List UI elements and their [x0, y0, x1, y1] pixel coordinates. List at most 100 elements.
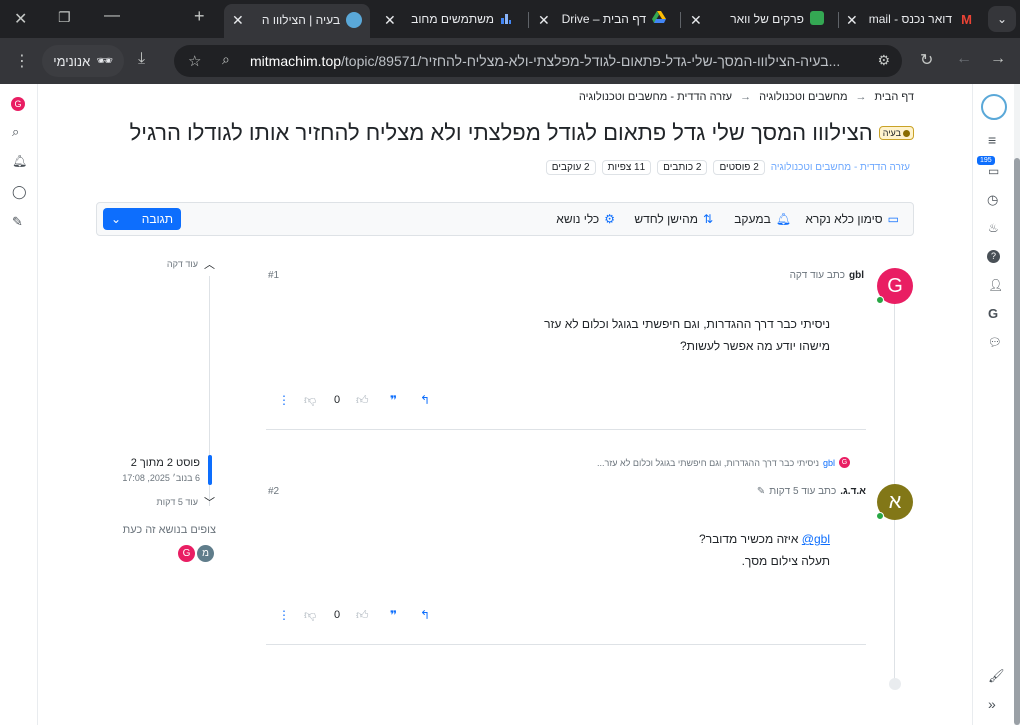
chevron-down-icon[interactable]: ﹀ [204, 494, 215, 510]
topic-tag[interactable]: בעיה [878, 126, 914, 140]
help-icon[interactable]: ? [987, 250, 1000, 263]
close-window-icon[interactable]: ✕ [14, 9, 27, 29]
downvote-icon[interactable]: 👎︎ [304, 393, 316, 408]
scrollbar-thumb[interactable] [1014, 158, 1020, 725]
post-divider [266, 644, 866, 645]
close-tab-icon[interactable]: ✕ [232, 12, 244, 29]
bookmark-star-icon[interactable]: ☆ [188, 52, 201, 70]
bell-icon[interactable]: 🔔︎ [12, 154, 27, 168]
thread-end-dot [889, 678, 901, 690]
viewer-avatar[interactable]: G [178, 545, 195, 562]
timeline-handle[interactable] [208, 455, 212, 485]
inbox-icon: ▭ [887, 212, 899, 226]
edited-icon: ✎ [756, 486, 766, 497]
viewer-avatar[interactable]: מ [197, 545, 214, 562]
post2-index[interactable]: #2 [268, 486, 279, 497]
back-icon[interactable]: → [990, 50, 1006, 68]
breadcrumb-level1[interactable]: מחשבים וטכנולוגיה [759, 91, 847, 103]
google-icon[interactable]: G [988, 306, 998, 321]
forward-icon[interactable]: ← [956, 50, 972, 68]
tab-title: פרקים של וואר [730, 12, 804, 26]
tab-chat[interactable]: ✕ פרקים של וואר [684, 5, 832, 33]
post-divider [266, 429, 866, 430]
vote-count: 0 [334, 609, 341, 621]
tag-dot-icon [903, 129, 910, 137]
tab-search-button[interactable]: ⌄ [988, 6, 1016, 32]
tab-title: דף הבית – Drive [561, 12, 646, 26]
timeline-date: 6 בנוב׳ 2025, 17:08 [122, 473, 200, 483]
mention-link[interactable]: @gbl [802, 532, 830, 546]
user-icon[interactable]: 👤︎ [988, 278, 1003, 292]
upvote-icon[interactable]: 👍︎ [356, 393, 369, 408]
page-content [0, 84, 1020, 725]
tab-active[interactable]: ✕ בעיה | הצילווו ה [224, 4, 370, 38]
chevron-up-icon[interactable]: ︿ [204, 256, 215, 272]
post-menu-icon[interactable]: ⋮ [278, 393, 290, 407]
close-tab-icon[interactable]: ✕ [846, 12, 858, 29]
tab-drive[interactable]: ✕ דף הבית – Drive [532, 5, 674, 33]
close-tab-icon[interactable]: ✕ [384, 12, 396, 29]
incognito-label: אנונימי [53, 53, 91, 69]
timeline-top[interactable]: ︿ עוד דקה [167, 256, 215, 272]
drive-icon [652, 11, 666, 23]
reply-button[interactable]: ⌄ תגובה [103, 208, 181, 230]
upvote-icon[interactable]: 👍︎ [356, 608, 369, 623]
menu-icon[interactable]: ≡ [988, 132, 996, 148]
tab-title: בעיה | הצילווו ה [261, 13, 340, 27]
topic-category[interactable]: עזרה הדדית - מחשבים וטכנולוגיה [771, 162, 910, 173]
post2-parent-ref[interactable]: G gbl ניסיתי כבר דרך ההגדרות, וגם חיפשתי… [597, 457, 850, 468]
sort-button[interactable]: ⇅ מהישן לחדש [634, 212, 713, 226]
downvote-icon[interactable]: 👎︎ [304, 608, 316, 623]
brush-icon[interactable]: 🖌︎ [988, 668, 1005, 684]
watching-button[interactable]: 🔔︎ במעקב [734, 212, 791, 226]
post2-author[interactable]: א.ד.ג. [840, 486, 866, 497]
reload-icon[interactable]: ↻ [920, 50, 933, 70]
bell-icon: 🔔︎ [775, 212, 791, 226]
quote-icon[interactable]: ❞ [390, 608, 397, 622]
minimize-window-icon[interactable]: — [104, 7, 120, 25]
expand-icon[interactable]: » [988, 696, 996, 712]
incognito-indicator[interactable]: אנונימי 🕶 [42, 45, 124, 77]
post2-meta[interactable]: כתב עוד 5 דקות [769, 486, 836, 497]
clock-icon[interactable]: ◷ [987, 192, 998, 208]
gear-icon: ⚙ [604, 212, 615, 226]
chevron-down-icon[interactable]: ⌄ [111, 212, 121, 226]
user-avatar-icon[interactable]: G [11, 97, 25, 111]
quote-icon[interactable]: ❞ [390, 393, 397, 407]
inbox-icon[interactable]: ▭ [988, 164, 999, 178]
breadcrumb-home[interactable]: דף הבית [875, 91, 914, 103]
site-logo-icon[interactable] [981, 94, 1007, 120]
tab-title: משתמשים מחוב [411, 12, 494, 26]
post-menu-icon[interactable]: ⋮ [278, 608, 290, 622]
post1-meta[interactable]: כתב עוד דקה [790, 270, 845, 281]
breadcrumb-level2[interactable]: עזרה הדדית - מחשבים וטכנולוגיה [579, 91, 732, 103]
fire-icon[interactable]: ♨ [988, 221, 999, 235]
mark-unread-button[interactable]: ▭ סימון כלא נקרא [805, 212, 899, 226]
comments-icon[interactable]: 💬︎ [988, 336, 1002, 349]
timeline-position: פוסט 2 מתוך 2 [130, 457, 200, 469]
close-tab-icon[interactable]: ✕ [538, 12, 550, 29]
tab-users[interactable]: ✕ משתמשים מחוב [378, 5, 520, 33]
page-title: הצילווו המסך שלי גדל פתאום לגודל מפלצתי … [129, 120, 873, 145]
new-tab-icon[interactable]: + [194, 6, 205, 27]
chat-bubble-icon[interactable]: ◯ [12, 184, 27, 200]
site-settings-icon[interactable]: ⚙ [877, 52, 890, 69]
stat-followers: 2 עוקבים [545, 160, 596, 175]
address-bar[interactable]: ☆ ⌕ mitmachim.top/topic/89571/בעיה-הצילו… [174, 45, 902, 77]
download-icon[interactable]: ⤓ [138, 50, 145, 68]
menu-dots-icon[interactable]: ⋮ [14, 51, 30, 71]
reply-arrow-icon[interactable]: ↰ [420, 393, 430, 407]
tab-gmail[interactable]: ✕ M דואר נכנס - mail [842, 5, 978, 33]
timeline-bottom[interactable]: ﹀ עוד 5 דקות [157, 494, 215, 510]
reply-arrow-icon[interactable]: ↰ [420, 608, 430, 622]
post2-header: א.ד.ג. כתב עוד 5 דקות ✎ [757, 486, 866, 497]
post1-author[interactable]: gbl [849, 270, 864, 281]
topic-tools-button[interactable]: ⚙ כלי נושא [556, 212, 615, 226]
zoom-icon[interactable]: ⌕ [222, 51, 230, 68]
compose-icon[interactable]: ✎ [12, 214, 23, 230]
restore-window-icon[interactable]: ❐ [58, 9, 71, 26]
post1-index[interactable]: #1 [268, 270, 279, 281]
close-tab-icon[interactable]: ✕ [690, 12, 702, 29]
search-icon[interactable]: ⌕ [12, 124, 19, 140]
incognito-icon: 🕶 [96, 53, 113, 68]
